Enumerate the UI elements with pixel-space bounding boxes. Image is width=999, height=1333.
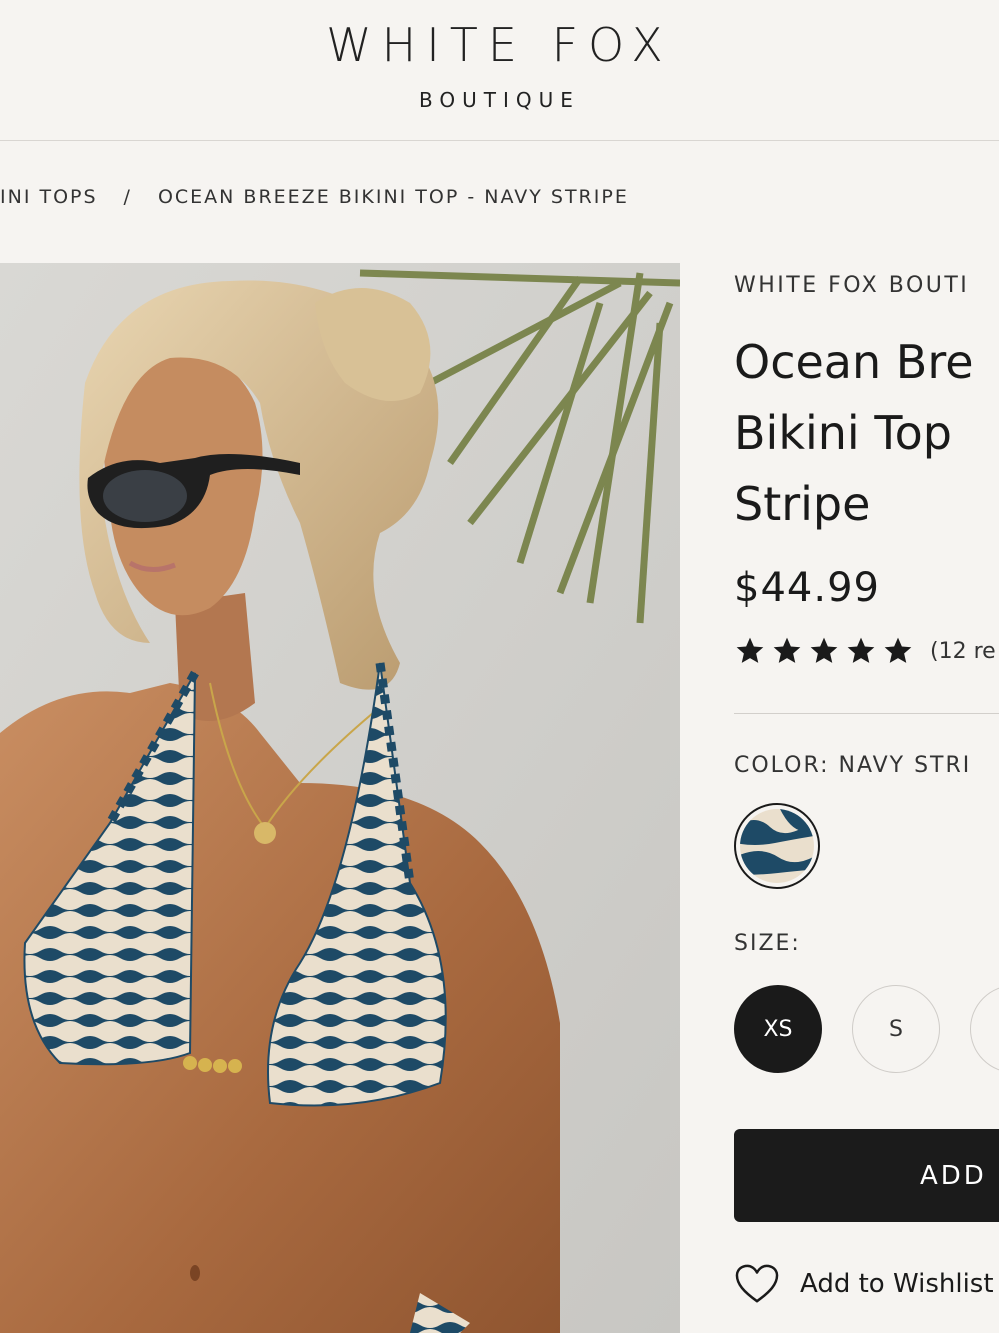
breadcrumb-separator: / xyxy=(123,186,132,208)
heart-icon xyxy=(735,1264,779,1303)
add-to-bag-button[interactable]: ADD xyxy=(734,1129,999,1222)
breadcrumb-link-bikini-tops[interactable]: INI TOPS xyxy=(0,186,98,208)
add-to-wishlist[interactable]: Add to Wishlist xyxy=(734,1263,994,1305)
logo-subtitle[interactable]: BOUTIQUE xyxy=(0,88,999,112)
product-title: Ocean Bre Bikini Top Stripe xyxy=(734,327,999,540)
star-icon xyxy=(847,637,875,663)
review-count[interactable]: (12 re xyxy=(930,639,996,664)
star-icon xyxy=(736,637,764,663)
site-header: WHITE FOX BOUTIQUE xyxy=(0,0,999,141)
star-rating xyxy=(734,635,914,667)
wishlist-label: Add to Wishlist xyxy=(800,1269,994,1299)
star-icon xyxy=(884,637,912,663)
size-label: SIZE: xyxy=(734,931,801,956)
title-line: Stripe xyxy=(734,477,871,531)
color-swatch-navy-stripe[interactable] xyxy=(734,803,820,889)
size-option-s[interactable]: S xyxy=(852,985,940,1073)
product-photo-illustration xyxy=(0,263,680,1333)
product-info-panel: WHITE FOX BOUTI Ocean Bre Bikini Top Str… xyxy=(734,263,999,1333)
title-line: Ocean Bre xyxy=(734,335,974,389)
size-option-m[interactable] xyxy=(970,985,999,1073)
size-option-xs[interactable]: XS xyxy=(734,985,822,1073)
breadcrumb: INI TOPS / OCEAN BREEZE BIKINI TOP - NAVY … xyxy=(0,186,629,214)
star-icon xyxy=(773,637,801,663)
swatch-pattern-icon xyxy=(740,809,814,883)
product-image[interactable] xyxy=(0,263,680,1333)
breadcrumb-current: OCEAN BREEZE BIKINI TOP - NAVY STRIPE xyxy=(157,186,629,208)
size-selector: XS S xyxy=(734,985,999,1073)
logo-wordmark[interactable]: WHITE FOX xyxy=(0,22,999,68)
title-line: Bikini Top xyxy=(734,406,952,460)
star-icon xyxy=(810,637,838,663)
product-rating[interactable]: (12 re xyxy=(734,635,996,667)
product-price: $44.99 xyxy=(734,565,880,611)
divider xyxy=(734,713,999,714)
brand-name[interactable]: WHITE FOX BOUTI xyxy=(734,273,969,298)
color-label: COLOR: NAVY STRI xyxy=(734,753,972,778)
